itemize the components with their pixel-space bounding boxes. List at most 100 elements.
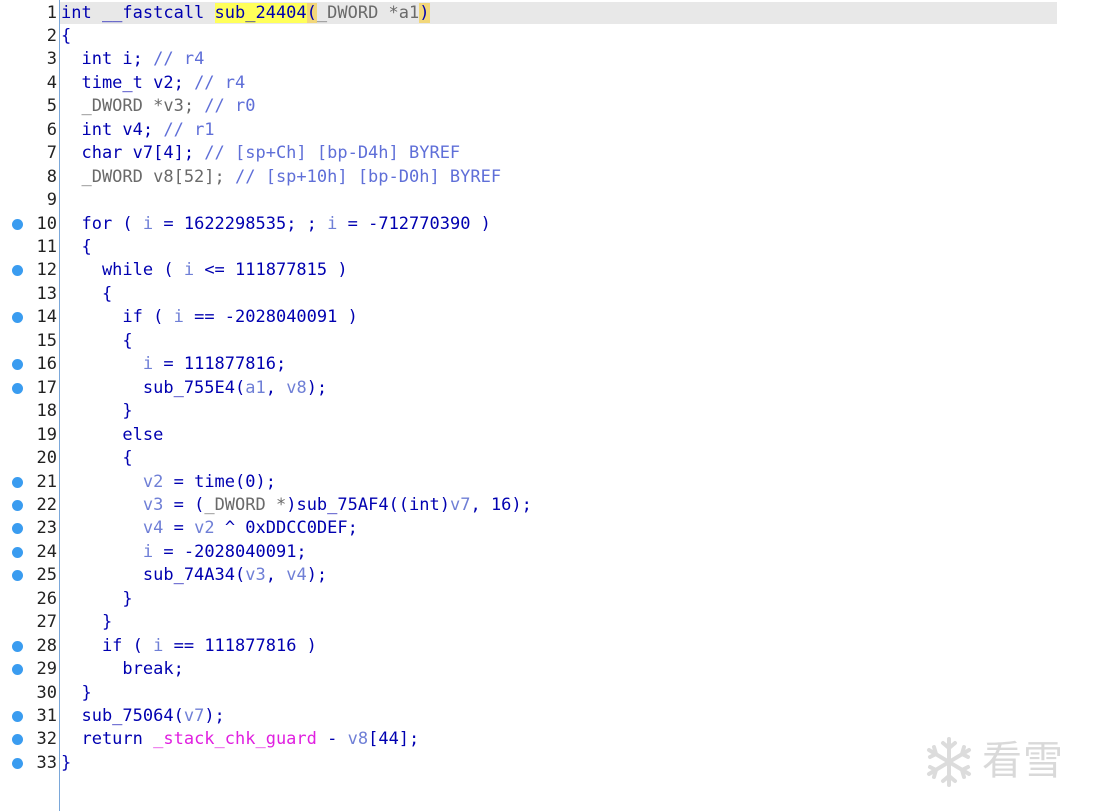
code-text[interactable]: int i; // r4 xyxy=(61,48,204,71)
code-token[interactable]: // r0 xyxy=(204,96,255,116)
code-token[interactable]: = ( xyxy=(163,495,205,515)
code-text[interactable]: } xyxy=(61,682,91,705)
code-token[interactable]: , xyxy=(266,565,286,585)
code-text[interactable]: return _stack_chk_guard - v8[44]; xyxy=(61,728,419,751)
code-token[interactable]: sub_74A34( xyxy=(61,565,245,585)
code-text[interactable]: sub_75064(v7); xyxy=(61,705,224,728)
code-token[interactable]: ); xyxy=(307,378,327,398)
code-token[interactable]: v7 xyxy=(184,706,204,726)
code-text[interactable]: while ( i <= 111877815 ) xyxy=(61,259,348,282)
code-token[interactable]: ) xyxy=(419,2,430,23)
code-token[interactable]: { xyxy=(61,26,71,46)
code-line[interactable]: 3 int i; // r4 xyxy=(0,48,1096,71)
code-line[interactable]: 12 while ( i <= 111877815 ) xyxy=(0,259,1096,282)
code-token[interactable]: i xyxy=(174,307,184,327)
code-token[interactable]: v8 xyxy=(348,729,368,749)
code-token[interactable]: } xyxy=(61,589,132,609)
code-text[interactable]: } xyxy=(61,400,132,423)
code-text[interactable]: v4 = v2 ^ 0xDDCC0DEF; xyxy=(61,517,358,540)
code-text[interactable]: else xyxy=(61,424,163,447)
code-token[interactable]: break; xyxy=(61,659,183,679)
code-token[interactable]: i xyxy=(184,260,194,280)
code-line[interactable]: 13 { xyxy=(0,283,1096,306)
code-line[interactable]: 21 v2 = time(0); xyxy=(0,471,1096,494)
code-token[interactable]: if ( xyxy=(61,307,174,327)
code-token[interactable]: v3 xyxy=(245,565,265,585)
code-token[interactable]: _DWORD v8[52]; xyxy=(61,167,235,187)
code-token[interactable]: = -2028040091; xyxy=(153,542,306,562)
code-token[interactable]: time_t v2; xyxy=(61,73,194,93)
code-text[interactable]: } xyxy=(61,752,71,775)
code-text[interactable]: v2 = time(0); xyxy=(61,471,276,494)
code-token[interactable]: // r4 xyxy=(153,49,204,69)
code-text[interactable]: int v4; // r1 xyxy=(61,119,214,142)
code-line[interactable]: 7 char v7[4]; // [sp+Ch] [bp-D4h] BYREF xyxy=(0,142,1096,165)
code-token[interactable] xyxy=(61,542,143,562)
code-token[interactable]: [44]; xyxy=(368,729,419,749)
code-token[interactable]: _DWORD * xyxy=(204,495,286,515)
code-token[interactable]: = time(0); xyxy=(163,472,276,492)
code-token[interactable]: // r1 xyxy=(163,120,214,140)
code-line[interactable]: 24 i = -2028040091; xyxy=(0,541,1096,564)
code-token[interactable]: , xyxy=(266,378,286,398)
code-text[interactable]: int __fastcall sub_24404(_DWORD *a1) xyxy=(61,2,430,25)
code-token[interactable]: v3 xyxy=(143,495,163,515)
code-line[interactable]: 30 } xyxy=(0,682,1096,705)
code-token[interactable]: } xyxy=(61,683,91,703)
code-token[interactable]: == 111877816 ) xyxy=(163,636,317,656)
code-line[interactable]: 27 } xyxy=(0,611,1096,634)
code-token[interactable]: int __fastcall xyxy=(61,3,215,23)
code-text[interactable]: _DWORD *v3; // r0 xyxy=(61,95,255,118)
code-token[interactable] xyxy=(61,472,143,492)
code-token[interactable]: sub_75064( xyxy=(61,706,183,726)
code-text[interactable]: { xyxy=(61,330,132,353)
code-token[interactable]: { xyxy=(61,448,132,468)
code-token[interactable]: ^ 0xDDCC0DEF; xyxy=(215,518,358,538)
code-line[interactable]: 19 else xyxy=(0,424,1096,447)
code-token[interactable]: ); xyxy=(307,565,327,585)
code-token[interactable]: { xyxy=(61,331,132,351)
code-line[interactable]: 9 xyxy=(0,189,1096,212)
code-token[interactable]: i xyxy=(143,542,153,562)
code-token[interactable]: else xyxy=(61,425,163,445)
code-token[interactable]: sub_755E4( xyxy=(61,378,245,398)
code-token[interactable]: // r4 xyxy=(194,73,245,93)
code-line[interactable]: 10 for ( i = 1622298535; ; i = -71277039… xyxy=(0,213,1096,236)
code-text[interactable]: i = -2028040091; xyxy=(61,541,307,564)
code-text[interactable]: { xyxy=(61,25,71,48)
code-token[interactable]: i xyxy=(327,214,337,234)
code-token[interactable]: for ( xyxy=(61,214,143,234)
code-token[interactable]: = -712770390 ) xyxy=(337,214,491,234)
code-text[interactable]: break; xyxy=(61,658,183,681)
code-token[interactable]: i xyxy=(143,354,153,374)
code-token[interactable]: v7 xyxy=(450,495,470,515)
code-token[interactable]: } xyxy=(61,401,132,421)
code-text[interactable]: sub_755E4(a1, v8); xyxy=(61,377,327,400)
code-line[interactable]: 28 if ( i == 111877816 ) xyxy=(0,635,1096,658)
code-token[interactable]: int i; xyxy=(61,49,153,69)
code-token[interactable]: // [sp+10h] [bp-D0h] BYREF xyxy=(235,167,501,187)
code-token[interactable]: i xyxy=(153,636,163,656)
code-line[interactable]: 15 { xyxy=(0,330,1096,353)
code-token[interactable]: } xyxy=(61,612,112,632)
code-token[interactable]: == -2028040091 ) xyxy=(184,307,358,327)
code-text[interactable]: for ( i = 1622298535; ; i = -712770390 ) xyxy=(61,213,491,236)
code-token[interactable] xyxy=(61,518,143,538)
code-token[interactable]: = 1622298535; ; xyxy=(153,214,327,234)
code-token[interactable]: v8 xyxy=(286,378,306,398)
code-text[interactable]: _DWORD v8[52]; // [sp+10h] [bp-D0h] BYRE… xyxy=(61,166,501,189)
code-line[interactable]: 5 _DWORD *v3; // r0 xyxy=(0,95,1096,118)
code-token[interactable]: ); xyxy=(204,706,224,726)
code-line[interactable]: 1 int __fastcall sub_24404(_DWORD *a1) xyxy=(0,2,1096,25)
code-line[interactable]: 23 v4 = v2 ^ 0xDDCC0DEF; xyxy=(0,517,1096,540)
code-token[interactable]: if ( xyxy=(61,636,153,656)
code-text[interactable]: i = 111877816; xyxy=(61,353,286,376)
code-token[interactable]: - xyxy=(317,729,348,749)
code-text[interactable]: { xyxy=(61,283,112,306)
code-token[interactable]: v4 xyxy=(143,518,163,538)
code-token[interactable] xyxy=(61,354,143,374)
code-text[interactable]: v3 = (_DWORD *)sub_75AF4((int)v7, 16); xyxy=(61,494,532,517)
code-text[interactable]: time_t v2; // r4 xyxy=(61,72,245,95)
code-line[interactable]: 8 _DWORD v8[52]; // [sp+10h] [bp-D0h] BY… xyxy=(0,166,1096,189)
code-token[interactable]: _DWORD *v3; xyxy=(61,96,204,116)
